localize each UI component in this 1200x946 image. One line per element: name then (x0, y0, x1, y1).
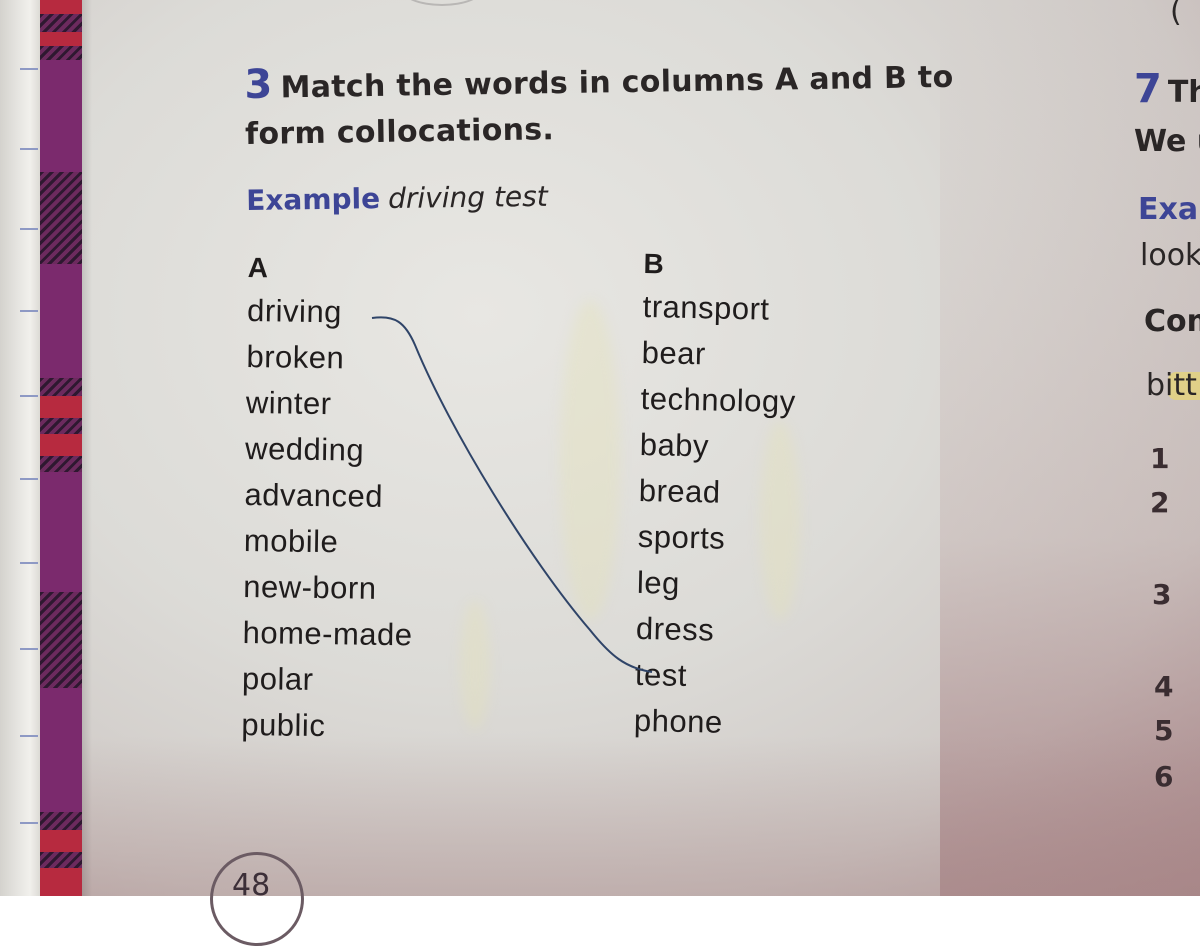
right-title-fragment: Th (1167, 75, 1200, 110)
column-b-item: sports (637, 518, 726, 556)
column-b-item: transport (642, 288, 770, 327)
right-line-fragment: We u (1134, 124, 1200, 159)
column-b-item: test (634, 656, 688, 693)
column-a-item: polar (241, 660, 314, 697)
column-a-item: home-made (242, 614, 413, 653)
page-number: 48 (232, 868, 271, 903)
column-a-item: winter (245, 384, 332, 422)
tartan-ribbon-bookmark (40, 0, 82, 896)
right-item-number: 5 (1154, 714, 1174, 747)
right-item-number: 2 (1150, 486, 1170, 519)
right-item-number: 1 (1150, 442, 1170, 475)
column-b-header: B (643, 247, 665, 280)
column-a-item: wedding (244, 430, 365, 468)
example-line: Example driving test (246, 180, 548, 217)
page-stain (460, 600, 490, 730)
right-exercise-heading: 7 Th (1134, 66, 1200, 112)
column-b-item: bread (638, 472, 721, 510)
exercise-heading: 3 Match the words in columns A and B to f… (244, 51, 965, 158)
page-edge-tick (20, 228, 38, 230)
page-edge-tick (20, 148, 38, 150)
column-b-item: baby (639, 426, 710, 464)
right-item-number: 4 (1154, 670, 1174, 703)
page-edge-tick (20, 648, 38, 650)
column-a-item: public (241, 706, 326, 744)
column-b-item: leg (636, 564, 681, 601)
exercise-number: 3 (244, 61, 273, 108)
right-bracket-fragment: ( (1170, 0, 1182, 29)
page-edge-tick (20, 68, 38, 70)
right-example-text: look (1140, 238, 1200, 273)
page-edge-tick (20, 822, 38, 824)
page-edge-tick (20, 310, 38, 312)
page-edge-tick (20, 478, 38, 480)
column-b-item: bear (641, 334, 707, 372)
column-b: B transport bear technology baby bread s… (634, 244, 799, 747)
page-edge-tick (20, 395, 38, 397)
ribbon-shadow (82, 0, 92, 896)
adjacent-page-fragment: 7Th We u Exar look Com bitt 1 2 3 4 5 6 (1134, 0, 1200, 896)
column-b-item: phone (633, 702, 724, 740)
example-text: driving test (387, 179, 548, 216)
instruction-line-2: form collocations. (244, 112, 555, 152)
column-a-item: driving (246, 292, 343, 330)
column-b-item: technology (640, 380, 797, 420)
example-label: Example (246, 182, 381, 217)
column-a-header: A (247, 251, 269, 284)
right-example-label: Exar (1138, 192, 1200, 227)
instruction-line-1: Match the words in columns A and B to (280, 59, 954, 106)
shadow-overlay (0, 736, 1200, 896)
column-a-item: advanced (244, 476, 384, 514)
column-a: A driving broken winter wedding advanced… (241, 248, 418, 750)
right-exercise-number: 7 (1134, 66, 1162, 112)
column-a-item: new-born (243, 568, 377, 606)
page-edge-stack (0, 0, 40, 896)
right-word-fragment: bitt (1146, 368, 1197, 403)
right-item-number: 6 (1154, 760, 1174, 793)
column-a-item: mobile (243, 522, 339, 560)
right-subheading: Com (1144, 304, 1200, 339)
page-edge-tick (20, 735, 38, 737)
page-edge-tick (20, 562, 38, 564)
column-a-item: broken (246, 338, 345, 376)
column-b-item: dress (635, 610, 715, 648)
right-item-number: 3 (1152, 578, 1172, 611)
page-stain (560, 300, 620, 620)
